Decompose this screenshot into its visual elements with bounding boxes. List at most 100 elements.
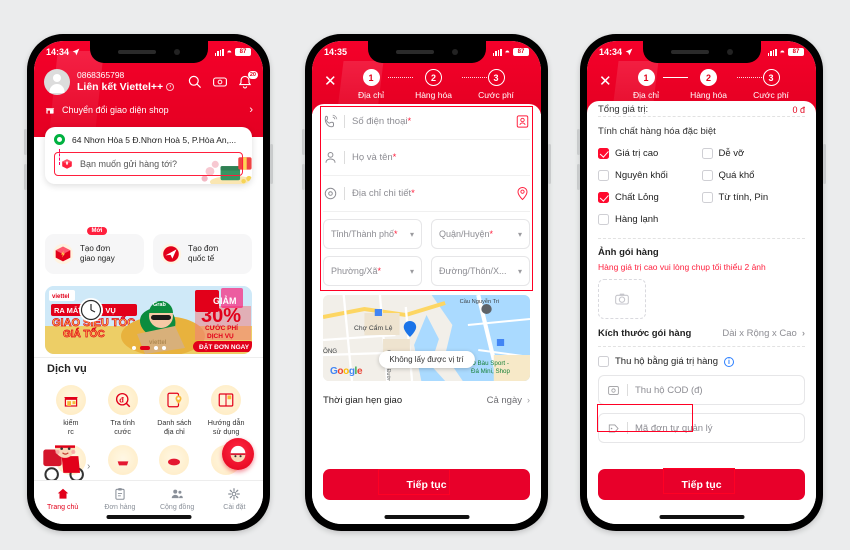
cod-amount-input[interactable]: Thu hộ COD (đ): [598, 375, 805, 405]
quick-action-international-order[interactable]: Tạo đơn quốc tế: [153, 234, 252, 274]
service-item-2[interactable]: Danh sách địa chỉ: [149, 385, 201, 437]
close-icon[interactable]: ✕: [599, 74, 615, 89]
wizard-steps-row: ✕ 1 Địa chỉ 2 Hàng hóa 3 Cước phí: [312, 67, 541, 100]
destination-input[interactable]: Bạn muốn gửi hàng tới?: [54, 152, 243, 176]
account-row[interactable]: 0868365798 Liên kết Viettel++ › 20: [34, 65, 263, 95]
avatar[interactable]: [44, 69, 70, 95]
map-preview[interactable]: Chợ Cẩm Lệ ÔNG Cầu Nguyễn Tri Ô Bàu Spor…: [323, 295, 530, 381]
field-placeholder: Số điện thoại*: [352, 116, 515, 127]
checkbox-box[interactable]: [598, 191, 609, 203]
tab-community[interactable]: Cộng đồng: [149, 481, 206, 516]
field-separator: [344, 187, 345, 200]
checkbox-box[interactable]: [701, 191, 713, 203]
full-name-field[interactable]: Họ và tên*: [323, 140, 530, 176]
checkbox-box[interactable]: [598, 147, 609, 159]
checkbox-magnetic-battery[interactable]: Từ tính, Pin: [701, 186, 806, 208]
contacts-icon[interactable]: [515, 114, 530, 129]
volume-down-button[interactable]: [577, 164, 580, 190]
map-pin-icon[interactable]: [515, 186, 530, 201]
checkbox-label: Từ tính, Pin: [718, 191, 769, 203]
step-1-address[interactable]: 1 Địa chỉ: [619, 69, 673, 100]
photo-upload-button[interactable]: [598, 279, 646, 319]
service-item-1[interactable]: đ Tra tính cước: [97, 385, 149, 437]
checkbox-box[interactable]: [598, 169, 609, 181]
mascot-expand-chevron[interactable]: ›: [87, 461, 90, 472]
checkbox-oversize[interactable]: Quá khổ: [701, 164, 806, 186]
photo-section-title: Ảnh gói hàng: [598, 247, 659, 258]
checkbox-fragile[interactable]: Dễ vỡ: [701, 142, 806, 164]
volume-down-button[interactable]: [24, 164, 27, 190]
svg-text:GIÁ TỐC: GIÁ TỐC: [63, 326, 105, 340]
service-item-6[interactable]: [149, 445, 201, 478]
info-icon[interactable]: ›: [166, 83, 175, 92]
power-button[interactable]: [548, 144, 551, 184]
pickup-address-text: 64 Nhơn Hòa 5 Đ.Nhơn Hoà 5, P.Hòa An,...: [72, 134, 237, 145]
continue-button[interactable]: Tiếp tục: [598, 469, 805, 500]
tab-label: Cài đặt: [223, 503, 246, 511]
notification-badge: 20: [247, 71, 258, 79]
checkbox-box[interactable]: [701, 147, 713, 159]
ward-select[interactable]: Phường/Xã * ▾: [323, 256, 422, 286]
shop-switch-row[interactable]: Chuyển đổi giao diện shop ›: [44, 104, 253, 116]
province-select[interactable]: Tỉnh/Thành phố * ▾: [323, 219, 422, 249]
voucher-icon[interactable]: [212, 74, 228, 90]
power-button[interactable]: [270, 144, 273, 184]
volume-up-button[interactable]: [302, 129, 305, 155]
phone-2-screen: 14:35 ◓ 87 ✕ 1 Địa chỉ 2 Hàng hóa 3 Cước…: [312, 41, 541, 524]
checkbox-high-value[interactable]: Giá trị cao: [598, 142, 702, 164]
tab-home[interactable]: Trang chủ: [34, 481, 91, 516]
step-3-fees[interactable]: 3 Cước phí: [744, 69, 798, 100]
phone-number-field[interactable]: Số điện thoại*: [323, 104, 530, 140]
volume-up-button[interactable]: [24, 129, 27, 155]
detailed-address-field[interactable]: Địa chỉ chi tiết*: [323, 176, 530, 212]
step-1-address[interactable]: 1 Địa chỉ: [344, 69, 398, 100]
info-icon[interactable]: i: [724, 356, 734, 367]
promo-banner[interactable]: viettel RA MẮT DỊCH VỤ GIAO SIÊU TỐC GIÁ…: [45, 286, 252, 354]
volume-down-button[interactable]: [302, 164, 305, 190]
banner-dots[interactable]: [131, 346, 166, 350]
order-code-input[interactable]: Mã đơn tự quản lý: [598, 413, 805, 443]
select-placeholder: Phường/Xã: [331, 266, 378, 276]
total-value-amount: 0 đ: [792, 104, 805, 115]
service-item-5[interactable]: [97, 445, 149, 478]
floating-assistant-button[interactable]: [222, 438, 254, 470]
volume-up-button[interactable]: [577, 129, 580, 155]
community-icon: [171, 489, 183, 498]
district-select[interactable]: Quận/Huyện * ▾: [431, 219, 530, 249]
continue-button[interactable]: Tiếp tục: [323, 469, 530, 500]
delivery-time-label: Thời gian hẹn giao: [323, 394, 403, 406]
quick-action-create-order[interactable]: Mới Tạo đơn giao ngay: [45, 227, 144, 274]
checkbox-box[interactable]: [598, 356, 609, 367]
tab-settings[interactable]: Cài đặt: [206, 481, 263, 516]
pickup-address-row[interactable]: 64 Nhơn Hòa 5 Đ.Nhơn Hoà 5, P.Hòa An,...: [54, 134, 243, 165]
field-separator: [627, 384, 628, 396]
bell-icon[interactable]: 20: [237, 71, 258, 90]
photo-warning-text: Hàng giá trị cao vui lòng chụp tối thiểu…: [598, 262, 766, 272]
search-icon[interactable]: [187, 74, 203, 90]
service-item-3[interactable]: Hướng dẫn sử dụng: [200, 385, 252, 437]
checkbox-box[interactable]: [701, 169, 713, 181]
checkbox-cold-goods[interactable]: Hàng lạnh: [598, 208, 702, 230]
step-2-goods[interactable]: 2 Hàng hóa: [682, 69, 736, 100]
service-item-0[interactable]: kiếm rc: [45, 385, 97, 437]
delivery-time-row[interactable]: Thời gian hẹn giao Cả ngày ›: [323, 384, 530, 416]
close-icon[interactable]: ✕: [324, 74, 340, 89]
special-properties-title: Tính chất hàng hóa đặc biệt: [598, 126, 716, 137]
signal-icon: [214, 48, 224, 56]
cod-by-value-checkbox-row[interactable]: Thu hộ bằng giá trị hàng i: [598, 356, 805, 367]
service-label: Hướng dẫn sử dụng: [200, 418, 252, 437]
checkbox-solid-block[interactable]: Nguyên khối: [598, 164, 702, 186]
tab-orders[interactable]: Đơn hàng: [91, 481, 148, 516]
checkbox-liquid[interactable]: Chất Lỏng: [598, 186, 702, 208]
speaker-grill: [117, 50, 156, 54]
step-2-goods[interactable]: 2 Hàng hóa: [407, 69, 461, 100]
field-separator: [627, 422, 628, 434]
package-size-row[interactable]: Kích thước gói hàng Dài x Rộng x Cao ›: [598, 328, 805, 339]
step-3-fees[interactable]: 3 Cước phí: [469, 69, 523, 100]
svg-text:DỊCH VỤ: DỊCH VỤ: [207, 333, 234, 340]
wifi-icon: ◓: [226, 47, 232, 57]
street-select[interactable]: Đường/Thôn/X... ▾: [431, 256, 530, 286]
checkbox-box[interactable]: [598, 213, 609, 225]
power-button[interactable]: [823, 144, 826, 184]
package-icon: [62, 159, 72, 169]
